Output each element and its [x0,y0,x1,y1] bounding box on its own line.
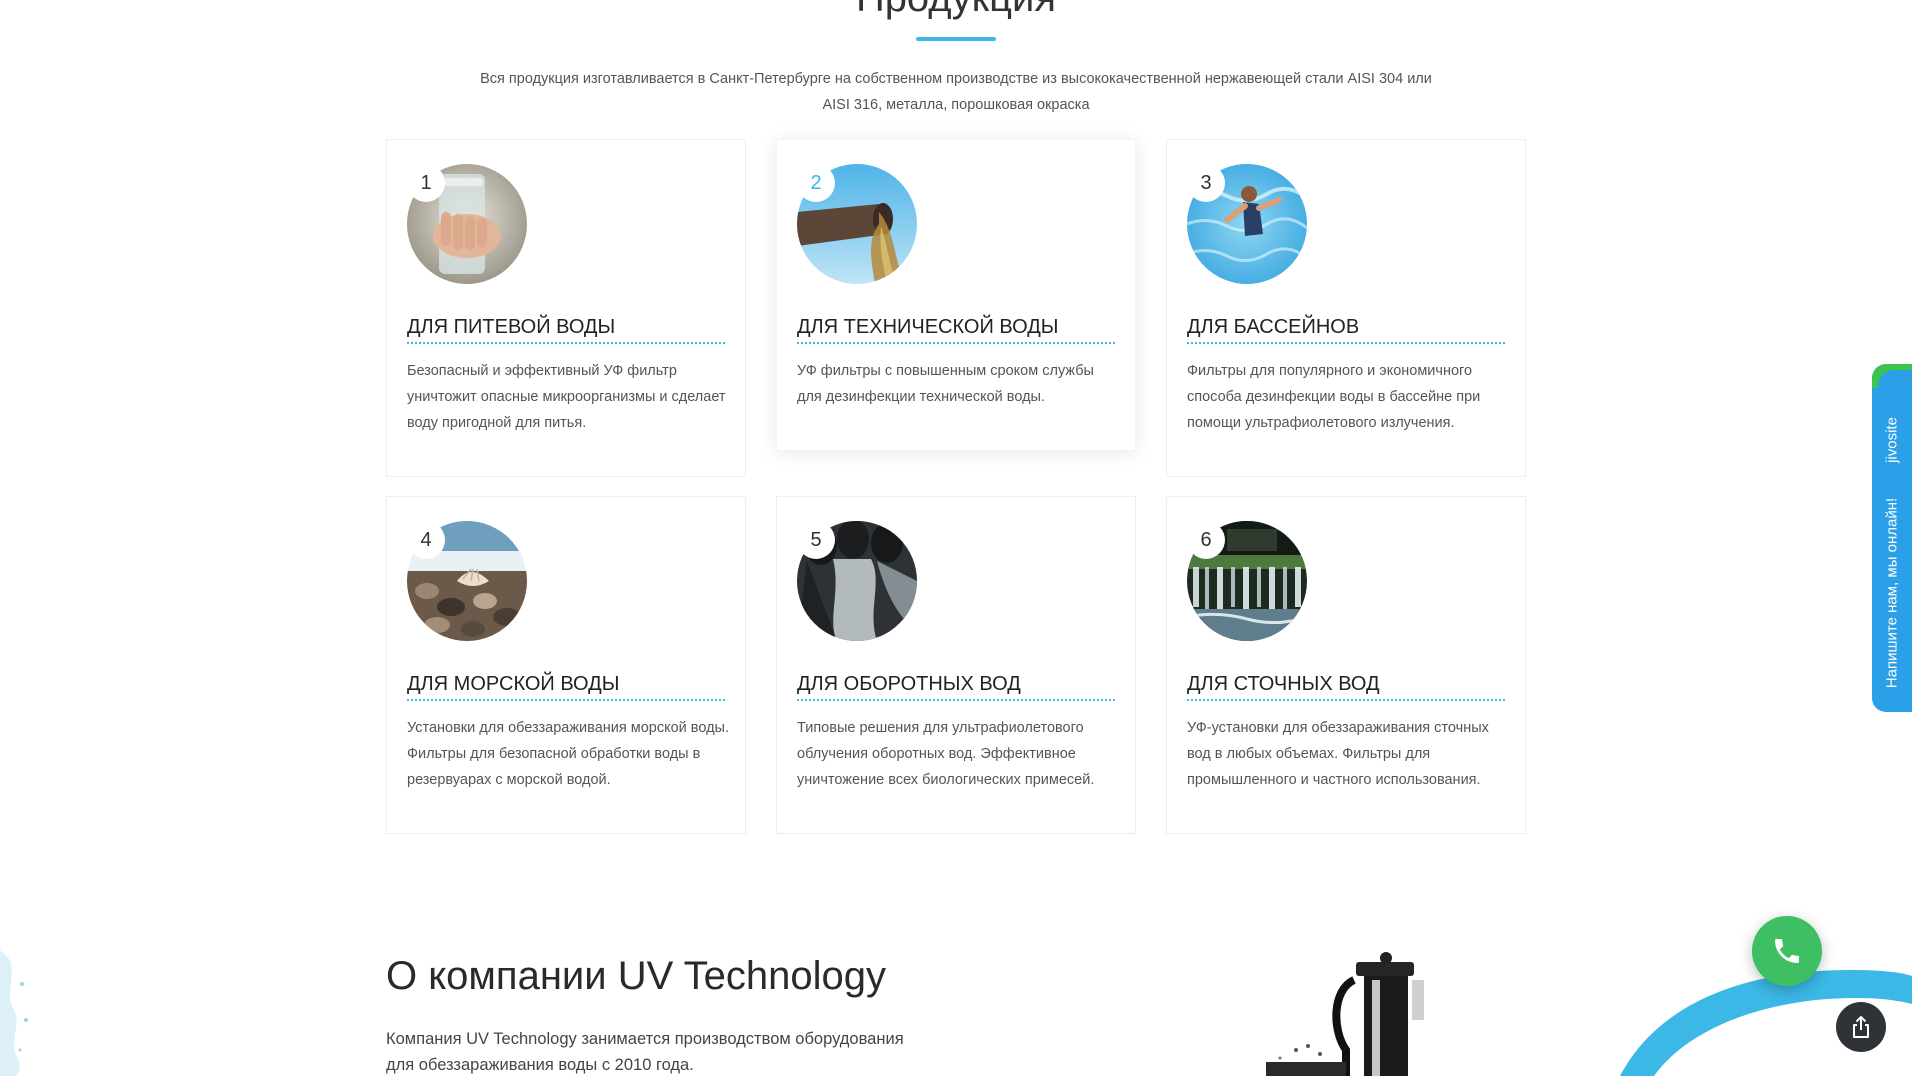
card-number: 2 [797,164,835,202]
about-text-line-1: Компания UV Technology занимается произв… [386,1030,904,1048]
chat-widget-brand: jivosite [1872,400,1912,480]
card-description: Безопасный и эффективный УФ фильтр уничт… [407,363,726,431]
chat-widget-label[interactable]: Напишите нам, мы онлайн! [1872,488,1912,698]
water-splash-decoration [0,950,28,1076]
uv-equipment-image [1266,952,1424,1076]
card-title[interactable]: ДЛЯ СТОЧНЫХ ВОД [1187,671,1505,701]
chat-widget-tab[interactable]: jivosite Напишите нам, мы онлайн! [1872,364,1912,712]
call-button[interactable] [1752,916,1822,986]
card-description: Фильтры для популярного и экономичного с… [1187,363,1481,431]
product-card-sea-water[interactable]: 4 ДЛЯ МОРСКОЙ ВОДЫ Установки для обеззар… [386,496,746,834]
chat-label-text: Напишите нам, мы онлайн! [1883,497,1901,689]
card-number: 1 [407,164,445,202]
product-card-technical-water[interactable]: 2 ДЛЯ ТЕХНИЧЕСКОЙ ВОДЫ УФ фильтры с повы… [776,139,1136,451]
subtitle-line-1: Вся продукция изготавливается в Санкт-Пе… [480,71,1432,87]
card-number: 4 [407,521,445,559]
card-title[interactable]: ДЛЯ ПИТЕВОЙ ВОДЫ [407,314,725,344]
chat-widget-corner [1872,364,1912,400]
card-number: 3 [1187,164,1225,202]
card-number: 6 [1187,521,1225,559]
card-description: УФ-установки для обеззараживания сточных… [1187,720,1489,788]
about-text-line-2: для обеззараживания воды с 2010 года. [386,1056,694,1074]
about-text: Компания UV Technology занимается произв… [386,1026,946,1078]
card-description: УФ фильтры с повышенным сроком службы дл… [797,363,1094,405]
title-underline [916,37,996,41]
card-description: Типовые решения для ультрафиолетового об… [797,720,1095,788]
card-title[interactable]: ДЛЯ БАССЕЙНОВ [1187,314,1505,344]
card-description: Установки для обеззараживания морской во… [407,720,729,788]
card-title[interactable]: ДЛЯ МОРСКОЙ ВОДЫ [407,671,725,701]
product-card-circulating-water[interactable]: 5 ДЛЯ ОБОРОТНЫХ ВОД Типовые решения для … [776,496,1136,834]
product-card-wastewater[interactable]: 6 ДЛЯ СТОЧНЫХ ВОД УФ-установки для обезз… [1166,496,1526,834]
product-card-drinking-water[interactable]: 1 ДЛЯ ПИТЕВОЙ ВОДЫ Безопасный и эффектив… [386,139,746,477]
subtitle-line-2: AISI 316, металла, порошковая окраска [822,97,1090,113]
product-card-pools[interactable]: 3 ДЛЯ БАССЕЙНОВ Фильтры для популярного … [1166,139,1526,477]
chat-brand-text: jivosite [1883,417,1901,463]
card-number: 5 [797,521,835,559]
about-title: О компании UV Technology [386,954,887,998]
phone-icon [1775,939,1799,963]
card-title[interactable]: ДЛЯ ОБОРОТНЫХ ВОД [797,671,1115,701]
share-button[interactable] [1836,1002,1886,1052]
card-title[interactable]: ДЛЯ ТЕХНИЧЕСКОЙ ВОДЫ [797,314,1115,344]
section-subtitle: Вся продукция изготавливается в Санкт-Пе… [456,66,1456,118]
share-icon [1853,1016,1869,1038]
section-title: Продукция [0,0,1912,22]
